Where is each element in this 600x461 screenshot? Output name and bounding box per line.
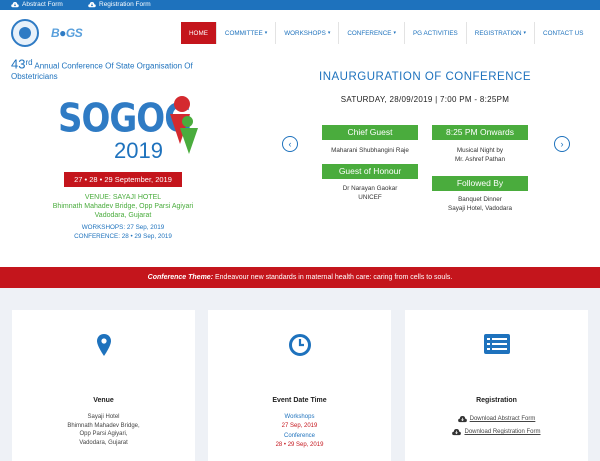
- guest-of-honour-details: Dr Narayan Gaokar UNICEF: [342, 185, 398, 201]
- cloud-download-icon: [457, 416, 467, 423]
- sogog-emblem-logo[interactable]: [11, 19, 39, 47]
- nav-pg-activities[interactable]: PG ACTIVITIES: [403, 22, 466, 44]
- main-nav: HOME COMMITTEE ▾ WORKSHOPS ▾ CONFERENCE ▾ P…: [181, 22, 591, 44]
- onwards-details: Musical Night by Mr. Ashref Pathan: [454, 147, 506, 163]
- bogs-logo[interactable]: B●GS: [51, 26, 83, 40]
- caret-down-icon: ▾: [327, 30, 331, 36]
- venue-card-address: Sayaji Hotel Bhimnath Mahadev Bridge, Op…: [67, 414, 140, 446]
- map-marker-icon: [96, 334, 111, 356]
- theme-text: Endeavour new standards in maternal heal…: [214, 274, 453, 281]
- event-card-dates: Workshops 27 Sep, 2019 Conference 28 • 2…: [275, 414, 324, 448]
- download-registration-form-link[interactable]: Download Registration Form: [405, 426, 588, 439]
- nav-contact-us[interactable]: CONTACT US: [534, 22, 591, 44]
- chief-guest-name: Maharani Shubhangini Raje: [331, 147, 409, 154]
- registration-form-link[interactable]: Registration Form: [88, 0, 151, 10]
- clock-icon: [288, 334, 311, 356]
- logo-figure-green: [180, 128, 198, 154]
- hero-venue: VENUE: SAYAJI HOTEL Bhimnath Mahadev Bri…: [52, 194, 194, 219]
- conference-theme-banner: Conference Theme: Endeavour new standard…: [0, 267, 600, 288]
- chief-guest-label: Chief Guest: [322, 125, 418, 140]
- cloud-download-icon: [11, 2, 19, 8]
- caret-down-icon: ▾: [264, 30, 268, 36]
- cloud-download-icon: [88, 2, 96, 8]
- info-cards-section: Venue Sayaji Hotel Bhimnath Mahadev Brid…: [0, 288, 600, 461]
- hero-section: 43rd Annual Conference Of State Organisa…: [0, 56, 600, 267]
- cloud-download-icon: [452, 429, 462, 436]
- registration-card-title: Registration: [476, 397, 517, 404]
- nav-committee[interactable]: COMMITTEE ▾: [215, 22, 275, 44]
- download-abstract-form-link[interactable]: Download Abstract Form: [405, 413, 588, 426]
- registration-card: Registration Download Abstract Form Down…: [405, 310, 588, 461]
- followed-by-details: Banquet Dinner Sayaji Hotel, Vadodara: [448, 196, 512, 212]
- event-card-title: Event Date Time: [272, 397, 327, 404]
- guest-of-honour-label: Guest of Honour: [322, 164, 418, 179]
- conference-date-badge: 27 • 28 • 29 September, 2019: [64, 172, 182, 187]
- nav-registration[interactable]: REGISTRATION ▾: [465, 22, 534, 44]
- caret-down-icon: ▾: [523, 30, 527, 36]
- registration-form-label: Registration Form: [99, 1, 151, 8]
- venue-card-title: Venue: [93, 397, 114, 404]
- slide-heading: INAURGURATION OF CONFERENCE: [319, 71, 531, 83]
- nav-conference[interactable]: CONFERENCE ▾: [338, 22, 404, 44]
- caret-down-icon: ▾: [393, 30, 396, 36]
- site-header: B●GS HOME COMMITTEE ▾ WORKSHOPS ▾ CONFEREN…: [0, 10, 600, 56]
- event-date-card: Event Date Time Workshops 27 Sep, 2019 C…: [208, 310, 391, 461]
- hero-schedule: WORKSHOPS: 27 Sep, 2019 CONFERENCE: 28 •…: [74, 224, 172, 240]
- registration-card-links: Download Abstract Form Download Registra…: [405, 413, 588, 439]
- slider-prev-button[interactable]: ‹: [282, 136, 298, 152]
- followed-by-label: Followed By: [432, 176, 528, 191]
- nav-home[interactable]: HOME: [181, 22, 216, 44]
- abstract-form-label: Abstract Form: [22, 1, 63, 8]
- top-bar: Abstract Form Registration Form: [0, 0, 600, 10]
- conference-heading: 43rd Annual Conference Of State Organisa…: [11, 56, 193, 81]
- slide-date: SATURDAY, 28/09/2019 | 7:00 PM - 8:25PM: [340, 95, 510, 104]
- slider-next-button[interactable]: ›: [554, 136, 570, 152]
- registration-form-icon: [483, 334, 510, 354]
- theme-label: Conference Theme:: [147, 274, 214, 281]
- onwards-label: 8:25 PM Onwards: [432, 125, 528, 140]
- abstract-form-link[interactable]: Abstract Form: [11, 0, 63, 10]
- nav-workshops[interactable]: WORKSHOPS ▾: [275, 22, 338, 44]
- venue-card: Venue Sayaji Hotel Bhimnath Mahadev Brid…: [12, 310, 195, 461]
